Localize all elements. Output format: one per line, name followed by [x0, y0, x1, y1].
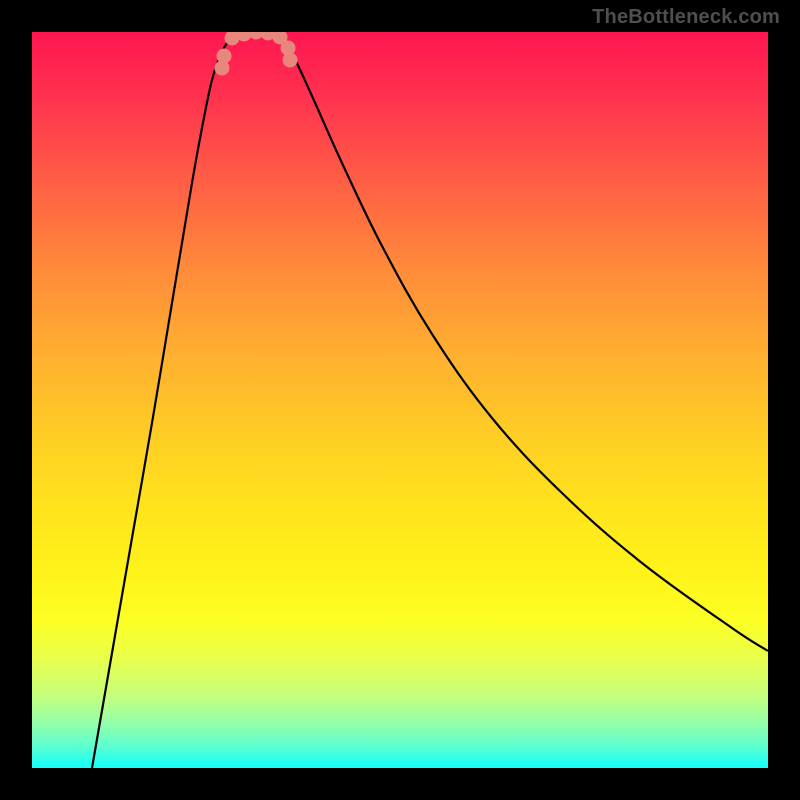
- marker-dot: [283, 53, 298, 68]
- marker-dot: [217, 49, 232, 64]
- bottleneck-curve: [32, 32, 768, 768]
- curve-path: [92, 32, 768, 768]
- plot-area: [32, 32, 768, 768]
- watermark-text: TheBottleneck.com: [592, 6, 780, 29]
- chart-frame: TheBottleneck.com: [0, 0, 800, 800]
- marker-dots: [215, 32, 298, 76]
